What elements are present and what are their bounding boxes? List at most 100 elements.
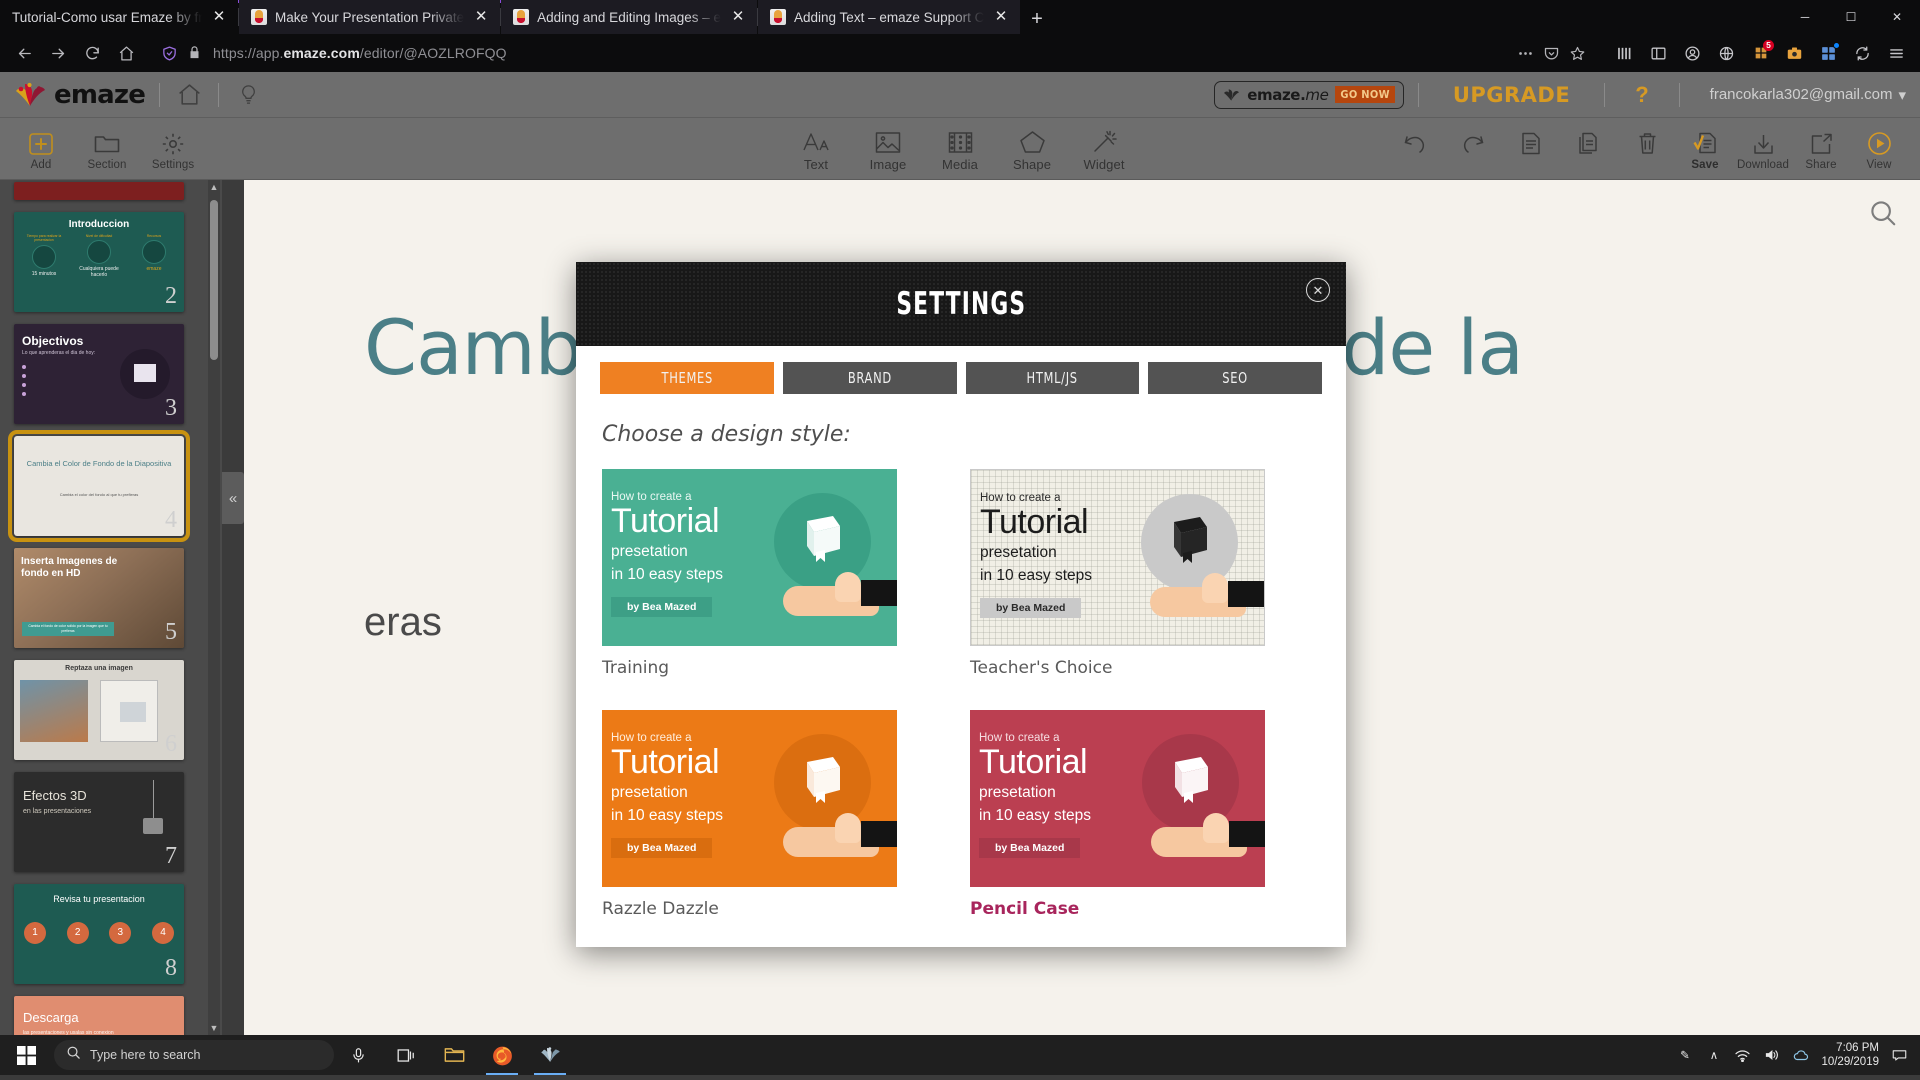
close-icon[interactable]: ✕ <box>1306 278 1330 302</box>
task-view-icon[interactable] <box>382 1035 430 1075</box>
home-icon[interactable] <box>174 80 204 110</box>
collapse-panel-button[interactable]: « <box>222 472 244 524</box>
slides-panel[interactable]: Introduccion Tiempo para realizar la pre… <box>0 180 222 1035</box>
slide-thumb-6[interactable]: Reptaza una imagen 6 <box>14 660 184 760</box>
microphone-icon[interactable] <box>334 1035 382 1075</box>
scrollbar-thumb[interactable] <box>210 200 218 360</box>
theme-card-0[interactable]: How to create a Tutorial presetation in 10 … <box>602 469 897 646</box>
slide-thumb-8[interactable]: Revisa tu presentacion 1 2 3 4 8 <box>14 884 184 984</box>
emaze-taskbar-icon[interactable] <box>526 1035 574 1075</box>
slides-scrollbar[interactable]: ▲ ▼ <box>208 180 220 1035</box>
puzzle-icon[interactable] <box>1813 38 1844 68</box>
home-icon[interactable] <box>110 38 142 68</box>
account-icon[interactable] <box>1677 38 1708 68</box>
settings-button[interactable]: Settings <box>140 127 206 171</box>
tab-close-icon[interactable]: ✕ <box>992 8 1010 26</box>
window-minimize-button[interactable]: ─ <box>1782 0 1828 34</box>
slide-thumb-9[interactable]: Descarga las presentaciones y usalas sin… <box>14 996 184 1035</box>
page-button[interactable] <box>1502 127 1560 159</box>
slide-thumb-4[interactable]: Cambia el Color de Fondo de la Diapositi… <box>8 430 190 542</box>
notification-icon[interactable] <box>1891 1048 1908 1062</box>
browser-tab-2[interactable]: Adding and Editing Images – e ✕ <box>501 0 758 34</box>
reload-icon[interactable] <box>76 38 108 68</box>
slide-thumb-7[interactable]: Efectos 3D en las presentaciones 7 <box>14 772 184 872</box>
tab-close-icon[interactable]: ✕ <box>210 8 228 26</box>
upgrade-button[interactable]: UPGRADE <box>1433 83 1590 107</box>
user-account-menu[interactable]: francokarla302@gmail.com ▾ <box>1694 86 1906 104</box>
slide-thumb-1[interactable] <box>14 182 184 200</box>
add-button[interactable]: Add <box>8 127 74 171</box>
shape-tool-button[interactable]: Shape <box>996 125 1068 172</box>
theme-card-3[interactable]: How to create a Tutorial presetation in 10 … <box>970 710 1265 887</box>
help-button[interactable]: ? <box>1619 82 1664 108</box>
pocket-icon[interactable] <box>1543 45 1560 62</box>
network-icon[interactable] <box>1734 1049 1751 1062</box>
download-button[interactable]: Download <box>1734 127 1792 171</box>
text-tool-button[interactable]: Text <box>780 125 852 172</box>
lightbulb-icon[interactable] <box>233 80 263 110</box>
page-actions-icon[interactable] <box>1517 45 1534 62</box>
header-divider <box>218 82 220 107</box>
sidebar-icon[interactable] <box>1643 38 1674 68</box>
toolbar-right-group: Save Download Share View <box>1386 127 1920 171</box>
search-input[interactable]: Type here to search <box>54 1040 334 1070</box>
url-bar[interactable]: https://app.emaze.com/editor/@AOZLROFQQ <box>152 39 1595 67</box>
start-button[interactable] <box>2 1035 50 1075</box>
window-close-button[interactable]: ✕ <box>1874 0 1920 34</box>
slide-thumb-2[interactable]: Introduccion Tiempo para realizar la pre… <box>14 212 184 312</box>
header-divider <box>1604 82 1606 107</box>
new-tab-button[interactable]: + <box>1020 4 1054 34</box>
slide-sub-text[interactable]: eras <box>364 600 442 645</box>
sync-icon[interactable] <box>1847 38 1878 68</box>
slide-thumb-3[interactable]: Objectivos Lo que aprenderas el dia de h… <box>14 324 184 424</box>
scroll-down-button[interactable]: ▼ <box>208 1021 220 1035</box>
screenshot-icon[interactable] <box>1779 38 1810 68</box>
window-maximize-button[interactable]: ☐ <box>1828 0 1874 34</box>
section-button[interactable]: Section <box>74 127 140 171</box>
scroll-up-button[interactable]: ▲ <box>208 180 220 194</box>
firefox-taskbar-icon[interactable] <box>478 1035 526 1075</box>
media-tool-button[interactable]: Media <box>924 125 996 172</box>
bookmark-star-icon[interactable] <box>1569 45 1586 62</box>
theme-card-1[interactable]: How to create a Tutorial presetation in 10 … <box>970 469 1265 646</box>
emazeme-go-now-button[interactable]: emaze.me GO NOW <box>1214 80 1404 109</box>
browser-tab-3[interactable]: Adding Text – emaze Support C ✕ <box>758 0 1021 34</box>
forward-arrow-icon[interactable] <box>42 38 74 68</box>
save-button[interactable]: Save <box>1676 127 1734 171</box>
widget-tool-button[interactable]: Widget <box>1068 125 1140 172</box>
undo-button[interactable] <box>1386 127 1444 159</box>
browser-tab-1[interactable]: Make Your Presentation Private ✕ <box>239 0 501 34</box>
redo-button[interactable] <box>1444 127 1502 159</box>
volume-icon[interactable] <box>1763 1048 1780 1062</box>
toolbar-left-group: Add Section Settings <box>0 127 206 171</box>
library-icon[interactable] <box>1609 38 1640 68</box>
image-tool-button[interactable]: Image <box>852 125 924 172</box>
tab-htmljs[interactable]: HTML/JS <box>965 362 1140 394</box>
browser-tab-0[interactable]: Tutorial-Como usar Emaze by franc ✕ <box>0 0 238 34</box>
extension-icon[interactable]: 5 <box>1745 38 1776 68</box>
magnifier-icon[interactable] <box>1868 198 1902 232</box>
theme-card-2[interactable]: How to create a Tutorial presetation in 10 … <box>602 710 897 887</box>
chevron-up-icon[interactable]: ∧ <box>1705 1048 1722 1062</box>
slide-thumb-5[interactable]: Inserta Imagenes de fondo en HD Cambia e… <box>14 548 184 648</box>
emaze-app-header: emaze emaze.me GO NOW UPGRADE ? francoka… <box>0 72 1920 118</box>
location-icon[interactable] <box>1711 38 1742 68</box>
delete-button[interactable] <box>1618 127 1676 159</box>
tab-themes[interactable]: THEMES <box>600 362 774 394</box>
file-explorer-icon[interactable] <box>430 1035 478 1075</box>
tab-close-icon[interactable]: ✕ <box>729 8 747 26</box>
view-button[interactable]: View <box>1850 127 1908 171</box>
emaze-logo[interactable]: emaze <box>14 80 146 110</box>
tab-seo[interactable]: SEO <box>1148 362 1322 394</box>
tab-close-icon[interactable]: ✕ <box>472 8 490 26</box>
favicon-icon <box>251 9 267 25</box>
pen-icon[interactable]: ✎ <box>1676 1048 1693 1062</box>
clock[interactable]: 7:06 PM 10/29/2019 <box>1821 1041 1879 1070</box>
menu-icon[interactable] <box>1881 38 1912 68</box>
settings-modal[interactable]: SETTINGS ✕ THEMES BRAND HTML/JS SEO Choo… <box>576 262 1346 947</box>
cloud-icon[interactable] <box>1792 1049 1809 1062</box>
share-button[interactable]: Share <box>1792 127 1850 171</box>
duplicate-button[interactable] <box>1560 127 1618 159</box>
tab-brand[interactable]: BRAND <box>782 362 957 394</box>
back-arrow-icon[interactable] <box>8 38 40 68</box>
